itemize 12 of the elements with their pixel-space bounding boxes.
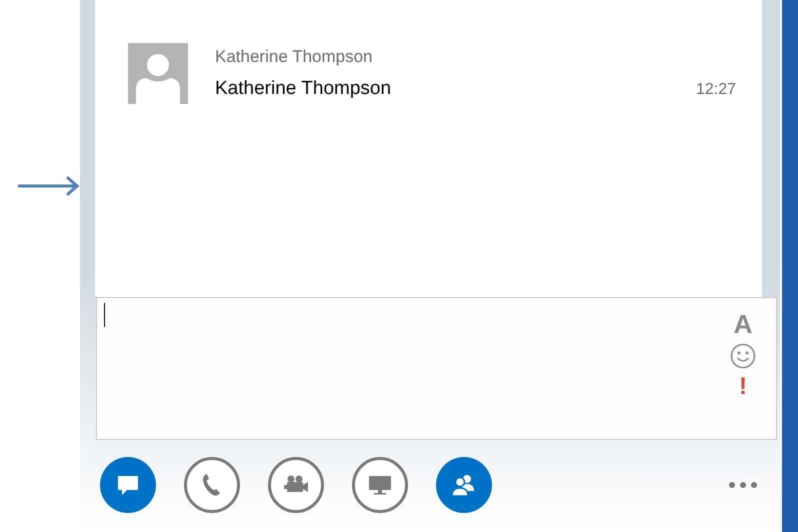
smiley-icon xyxy=(730,343,756,369)
avatar-icon xyxy=(128,43,188,104)
sender-name: Katherine Thompson xyxy=(215,47,374,67)
message-time: 12:27 xyxy=(696,80,736,100)
arrow-icon xyxy=(18,176,80,196)
font-button[interactable]: A xyxy=(734,310,752,338)
more-icon[interactable] xyxy=(728,481,758,489)
emoticon-button[interactable] xyxy=(730,343,756,369)
message-text: Katherine Thompson xyxy=(215,77,392,101)
text-cursor xyxy=(104,303,105,327)
message-input-field[interactable]: A ! xyxy=(96,297,777,440)
importance-button[interactable]: ! xyxy=(739,373,747,401)
